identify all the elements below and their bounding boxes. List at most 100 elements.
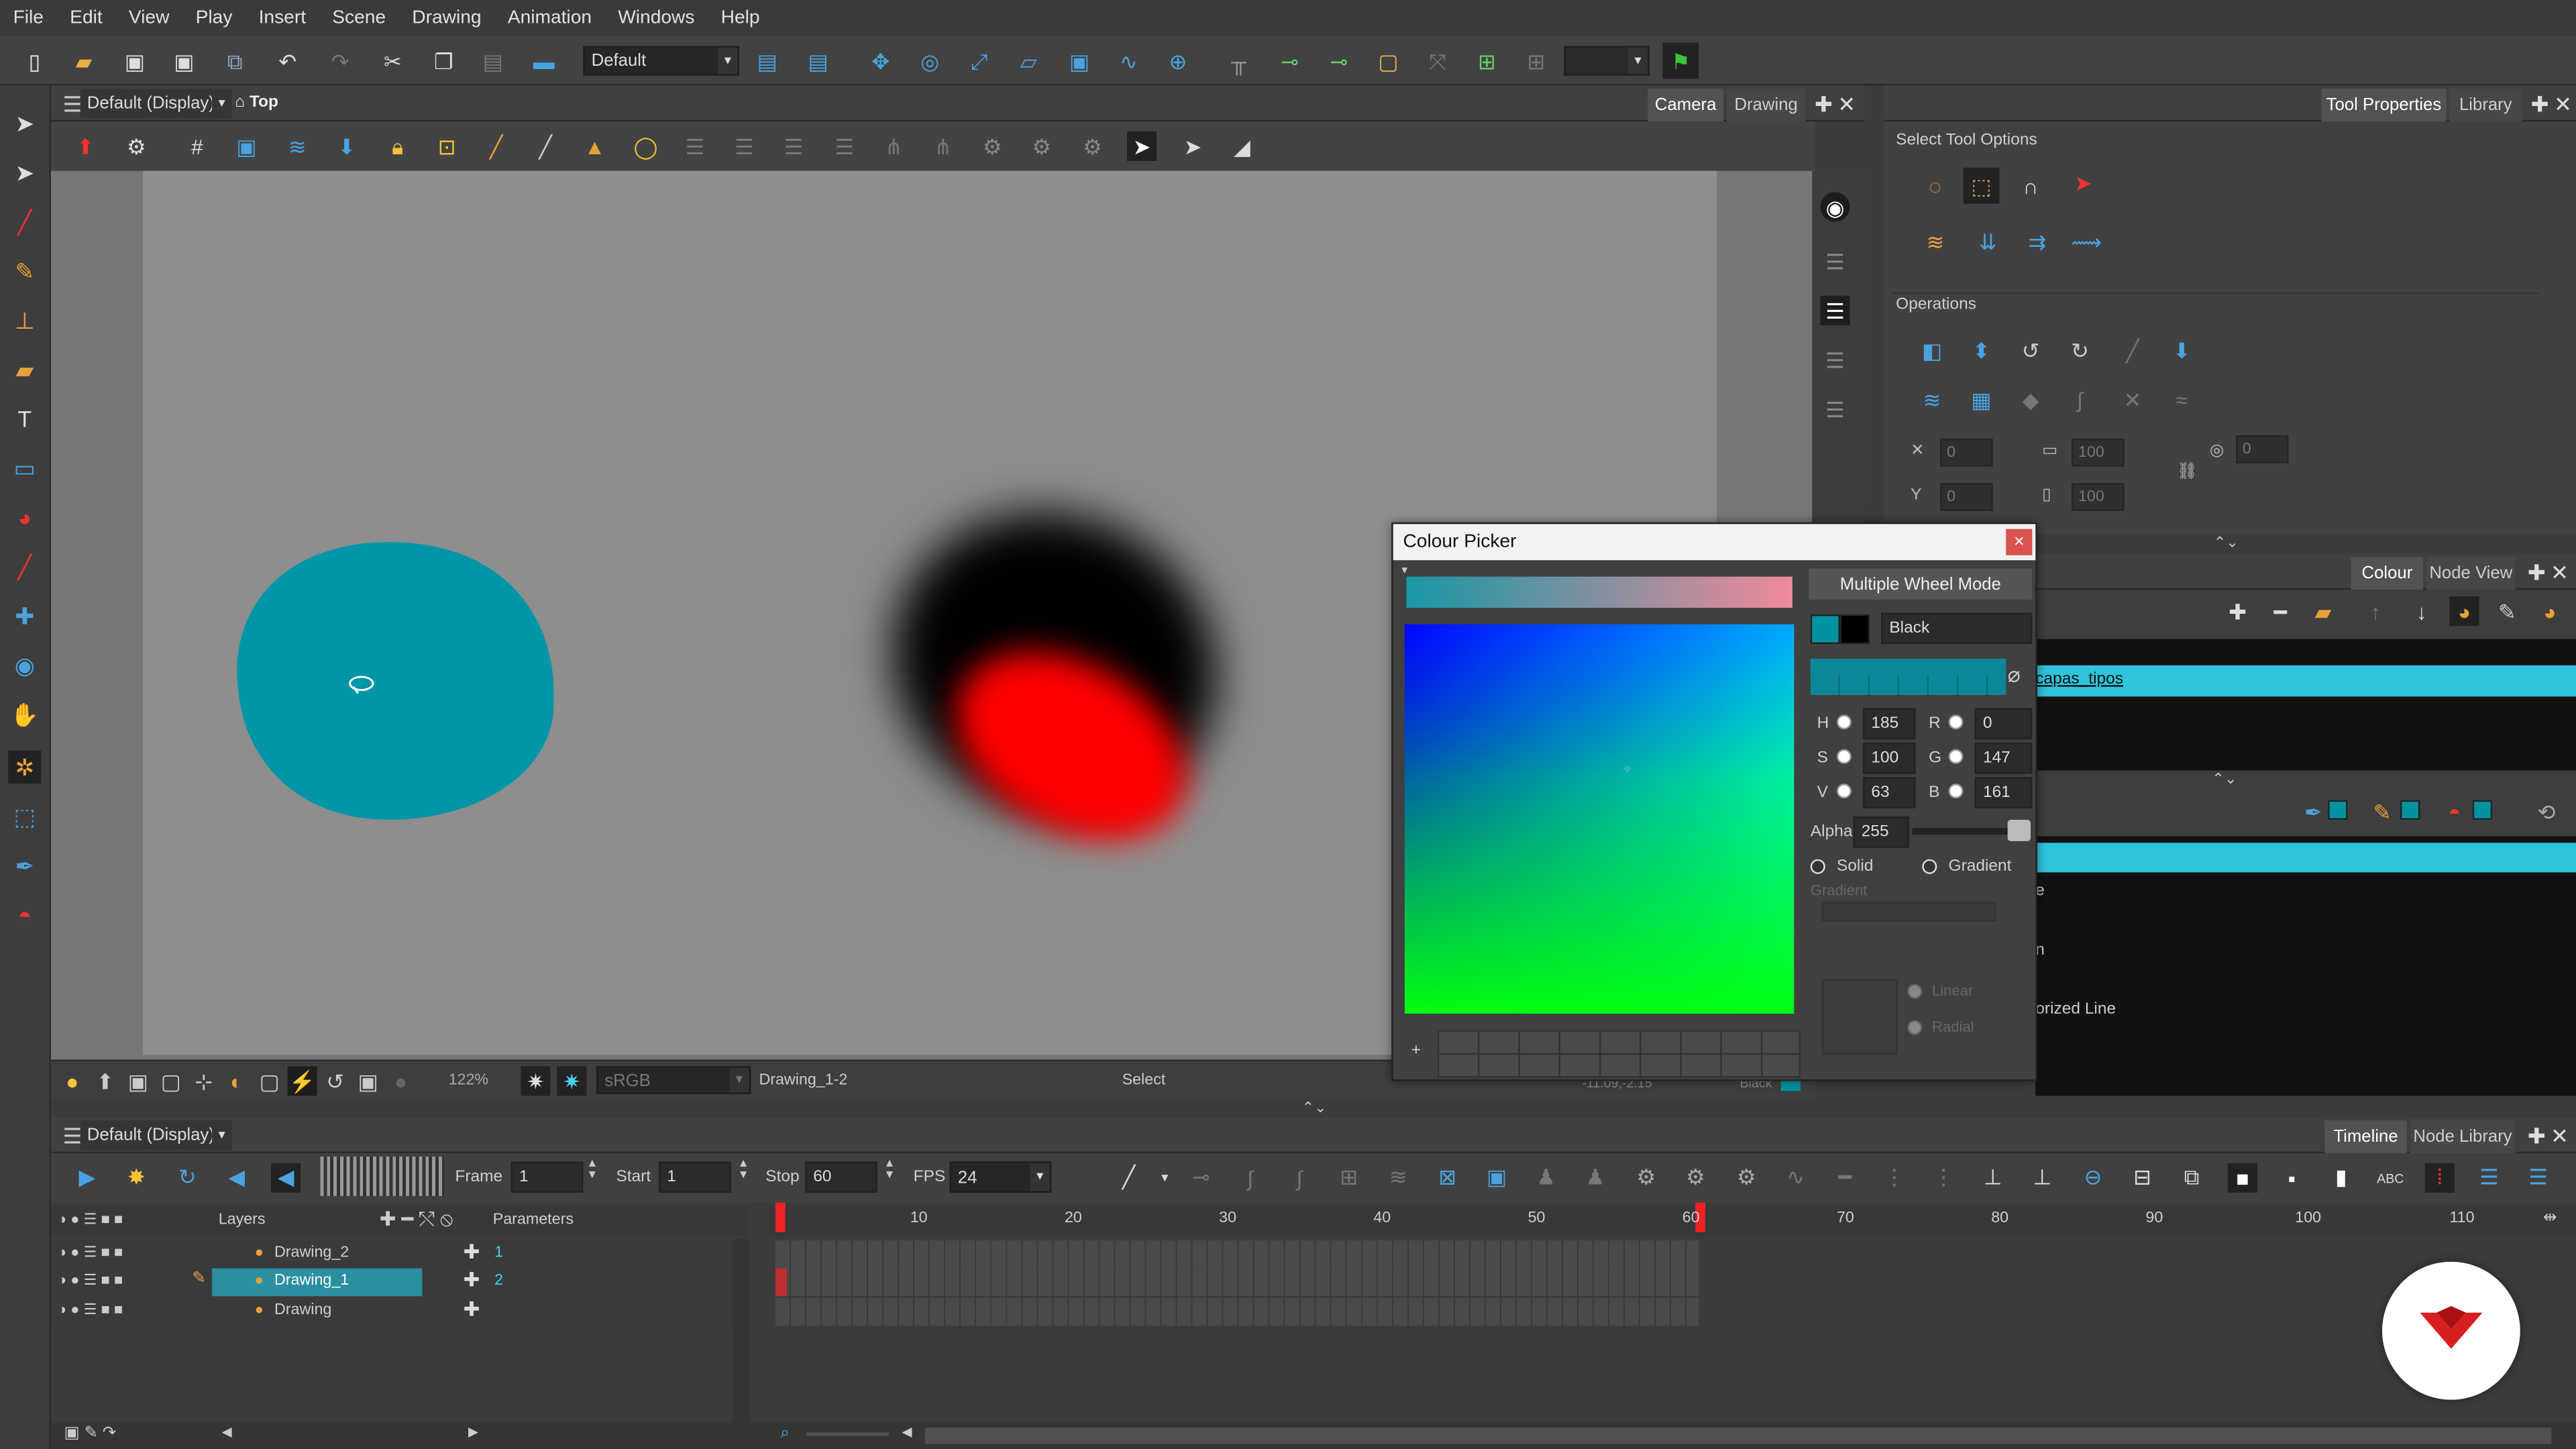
timeline-view-combo[interactable]: Default (Display) ▼ (80, 1120, 232, 1150)
link-icon[interactable]: ⛓ (2177, 464, 2198, 482)
menu-view[interactable]: View (115, 8, 182, 28)
marker-icon[interactable]: ⦙ (2424, 1163, 2455, 1193)
deform-b-icon[interactable]: ⋔ (928, 131, 958, 161)
op-a-icon[interactable]: ≋ (1917, 384, 1947, 414)
menu-help[interactable]: Help (708, 8, 773, 28)
close-panel-icon[interactable]: ✕ (2548, 89, 2576, 118)
undo-icon[interactable]: ↶ (273, 46, 303, 76)
bucket-color-swatch[interactable] (2472, 800, 2493, 820)
rigging-icon[interactable]: ╥ (1224, 46, 1254, 76)
eyedropper-icon[interactable]: ⌀ (2008, 662, 2021, 688)
menu-file[interactable]: File (0, 8, 57, 28)
fps-combo[interactable]: 24 ▼ (949, 1161, 1052, 1193)
peg-icon[interactable]: ⊸ (1275, 46, 1304, 76)
add-param-icon[interactable]: ✚ (464, 1269, 480, 1291)
menu-animation[interactable]: Animation (494, 8, 604, 28)
sound-icon[interactable]: ◀ (222, 1163, 252, 1193)
zoom-level[interactable]: 122% (449, 1071, 489, 1089)
layer-b-icon[interactable]: ☰ (729, 131, 759, 161)
frame-cells[interactable] (775, 1268, 1699, 1297)
pencil-edit-icon[interactable]: ✎ (193, 1270, 207, 1288)
tab-tool-properties[interactable]: Tool Properties (2321, 89, 2447, 122)
rectangle-tool-icon[interactable]: ▭ (8, 451, 41, 484)
bounding-box-icon[interactable]: ▢ (1373, 46, 1403, 76)
onion-icon[interactable]: ⬆ (91, 1066, 120, 1095)
flash-icon[interactable]: ⚡ (287, 1066, 317, 1096)
reset-icon[interactable]: ↺ (321, 1066, 350, 1095)
close-panel-icon[interactable]: ✕ (2545, 557, 2575, 586)
bone-tool-icon[interactable]: ✲ (8, 751, 42, 784)
marquee-icon[interactable]: ⬚ (1963, 167, 2000, 204)
add-layer-icon[interactable]: ⊞ (1472, 46, 1501, 76)
ease-icon[interactable]: ╱ (1114, 1163, 1143, 1193)
zoom-icon[interactable]: ⌕ (780, 1424, 790, 1442)
move-up-icon[interactable]: ↑ (2361, 596, 2390, 626)
splitter-handle-right[interactable]: ⌃⌄ (2185, 534, 2267, 553)
safe-icon[interactable]: ▢ (156, 1066, 186, 1095)
copy-icon[interactable]: ❐ (429, 46, 458, 76)
ruler-extend-icon[interactable]: ⇹ (2543, 1209, 2557, 1227)
knife-icon[interactable]: ◢ (1227, 131, 1256, 161)
eye-icon[interactable]: ◉ (1820, 192, 1850, 222)
frame-cells[interactable] (775, 1240, 1699, 1269)
op-e-icon[interactable]: ✕ (2118, 384, 2147, 414)
dropper-tool-icon[interactable]: ╱ (8, 550, 41, 583)
rotate-icon[interactable]: ◎ (915, 46, 945, 76)
gradient-radio[interactable] (1922, 859, 1937, 874)
ease-chevron-icon[interactable]: ▼ (1150, 1163, 1179, 1193)
key-d-icon[interactable]: ⊞ (1334, 1163, 1364, 1193)
v-radio[interactable] (1836, 784, 1852, 799)
skew-icon[interactable]: ▱ (1014, 46, 1043, 76)
layer-visibility-header-icon[interactable]: ◑ ● ☰ ■ ■ (58, 1211, 123, 1229)
pointer-red-icon[interactable]: ➤ (2068, 168, 2098, 197)
zoom-slider[interactable] (806, 1432, 889, 1436)
move-down-icon[interactable]: ↓ (2407, 596, 2436, 626)
bucket-tool-icon[interactable]: ◓ (8, 899, 41, 932)
gradient-marker-icon[interactable]: ▼ (1400, 567, 1413, 577)
flag-icon[interactable]: ⚑ (1662, 42, 1699, 79)
select-tool-icon[interactable]: ➤ (8, 107, 41, 140)
brush-edit-icon[interactable]: ✎ (2492, 596, 2522, 626)
b-radio[interactable] (1948, 784, 1964, 799)
bulb-icon[interactable]: ◯ (631, 131, 660, 161)
pen-tool-icon[interactable]: ✒ (8, 849, 41, 882)
op-d-icon[interactable]: ∫ (2065, 384, 2094, 414)
text-tool-icon[interactable]: T (8, 402, 41, 435)
spline-offset-icon[interactable]: ∿ (1114, 46, 1143, 76)
layer-d-icon[interactable]: ☰ (830, 131, 859, 161)
bucket-swatch-icon[interactable]: ◓ (2440, 797, 2469, 826)
width-field[interactable]: 100 (2072, 438, 2125, 467)
curve-b-icon[interactable]: ━ (1830, 1163, 1860, 1193)
sound-scrub-icon[interactable]: ◀ (271, 1163, 301, 1193)
key-b-icon[interactable]: ∫ (1236, 1163, 1265, 1193)
close-panel-icon[interactable]: ✕ (2545, 1120, 2575, 1150)
onion-skin-icon[interactable]: ⬆ (70, 131, 100, 161)
person-b-icon[interactable]: ♟ (1580, 1163, 1610, 1193)
op-b-icon[interactable]: ▦ (1966, 384, 1996, 414)
timeline-bottom-icons[interactable]: ▣ ✎ ↷ (64, 1424, 117, 1442)
layer-props-icon[interactable]: ⊞ (1521, 46, 1551, 76)
layer-toggles-icon[interactable]: ◑ ● ☰ ■ ■ (58, 1244, 123, 1262)
key-remove-icon[interactable]: ⊥ (2027, 1163, 2057, 1193)
keyframe-icon[interactable]: ▪ (2277, 1163, 2306, 1193)
eraser-tool-icon[interactable]: ▰ (8, 354, 41, 386)
current-color-swatch[interactable] (1810, 614, 1840, 645)
flip-h-icon[interactable]: ◧ (1917, 335, 1947, 365)
timeline-hscrollbar[interactable] (924, 1428, 2552, 1444)
remove-palette-icon[interactable]: ━ (2265, 596, 2295, 626)
abc-icon[interactable]: ABC (2375, 1163, 2405, 1193)
add-param-icon[interactable]: ✚ (464, 1240, 480, 1263)
tab-library[interactable]: Library (2449, 89, 2522, 122)
play-icon[interactable]: ▶ (72, 1163, 102, 1193)
pen-color-swatch[interactable] (2328, 800, 2348, 820)
scale-icon[interactable]: ⤢ (965, 46, 994, 76)
menu-drawing[interactable]: Drawing (399, 8, 495, 28)
list-a-icon[interactable]: ☰ (2474, 1163, 2504, 1193)
paste-icon[interactable]: ▤ (478, 46, 508, 76)
redo-icon[interactable]: ↷ (325, 46, 355, 76)
frame-box-icon[interactable]: ▮ (2326, 1163, 2356, 1193)
save-icon[interactable]: ▣ (120, 46, 150, 76)
pivot-tool-icon[interactable]: ✚ (8, 600, 41, 633)
add-palette-icon[interactable]: ✚ (2222, 596, 2252, 626)
peg2-icon[interactable]: ⊸ (1324, 46, 1354, 76)
